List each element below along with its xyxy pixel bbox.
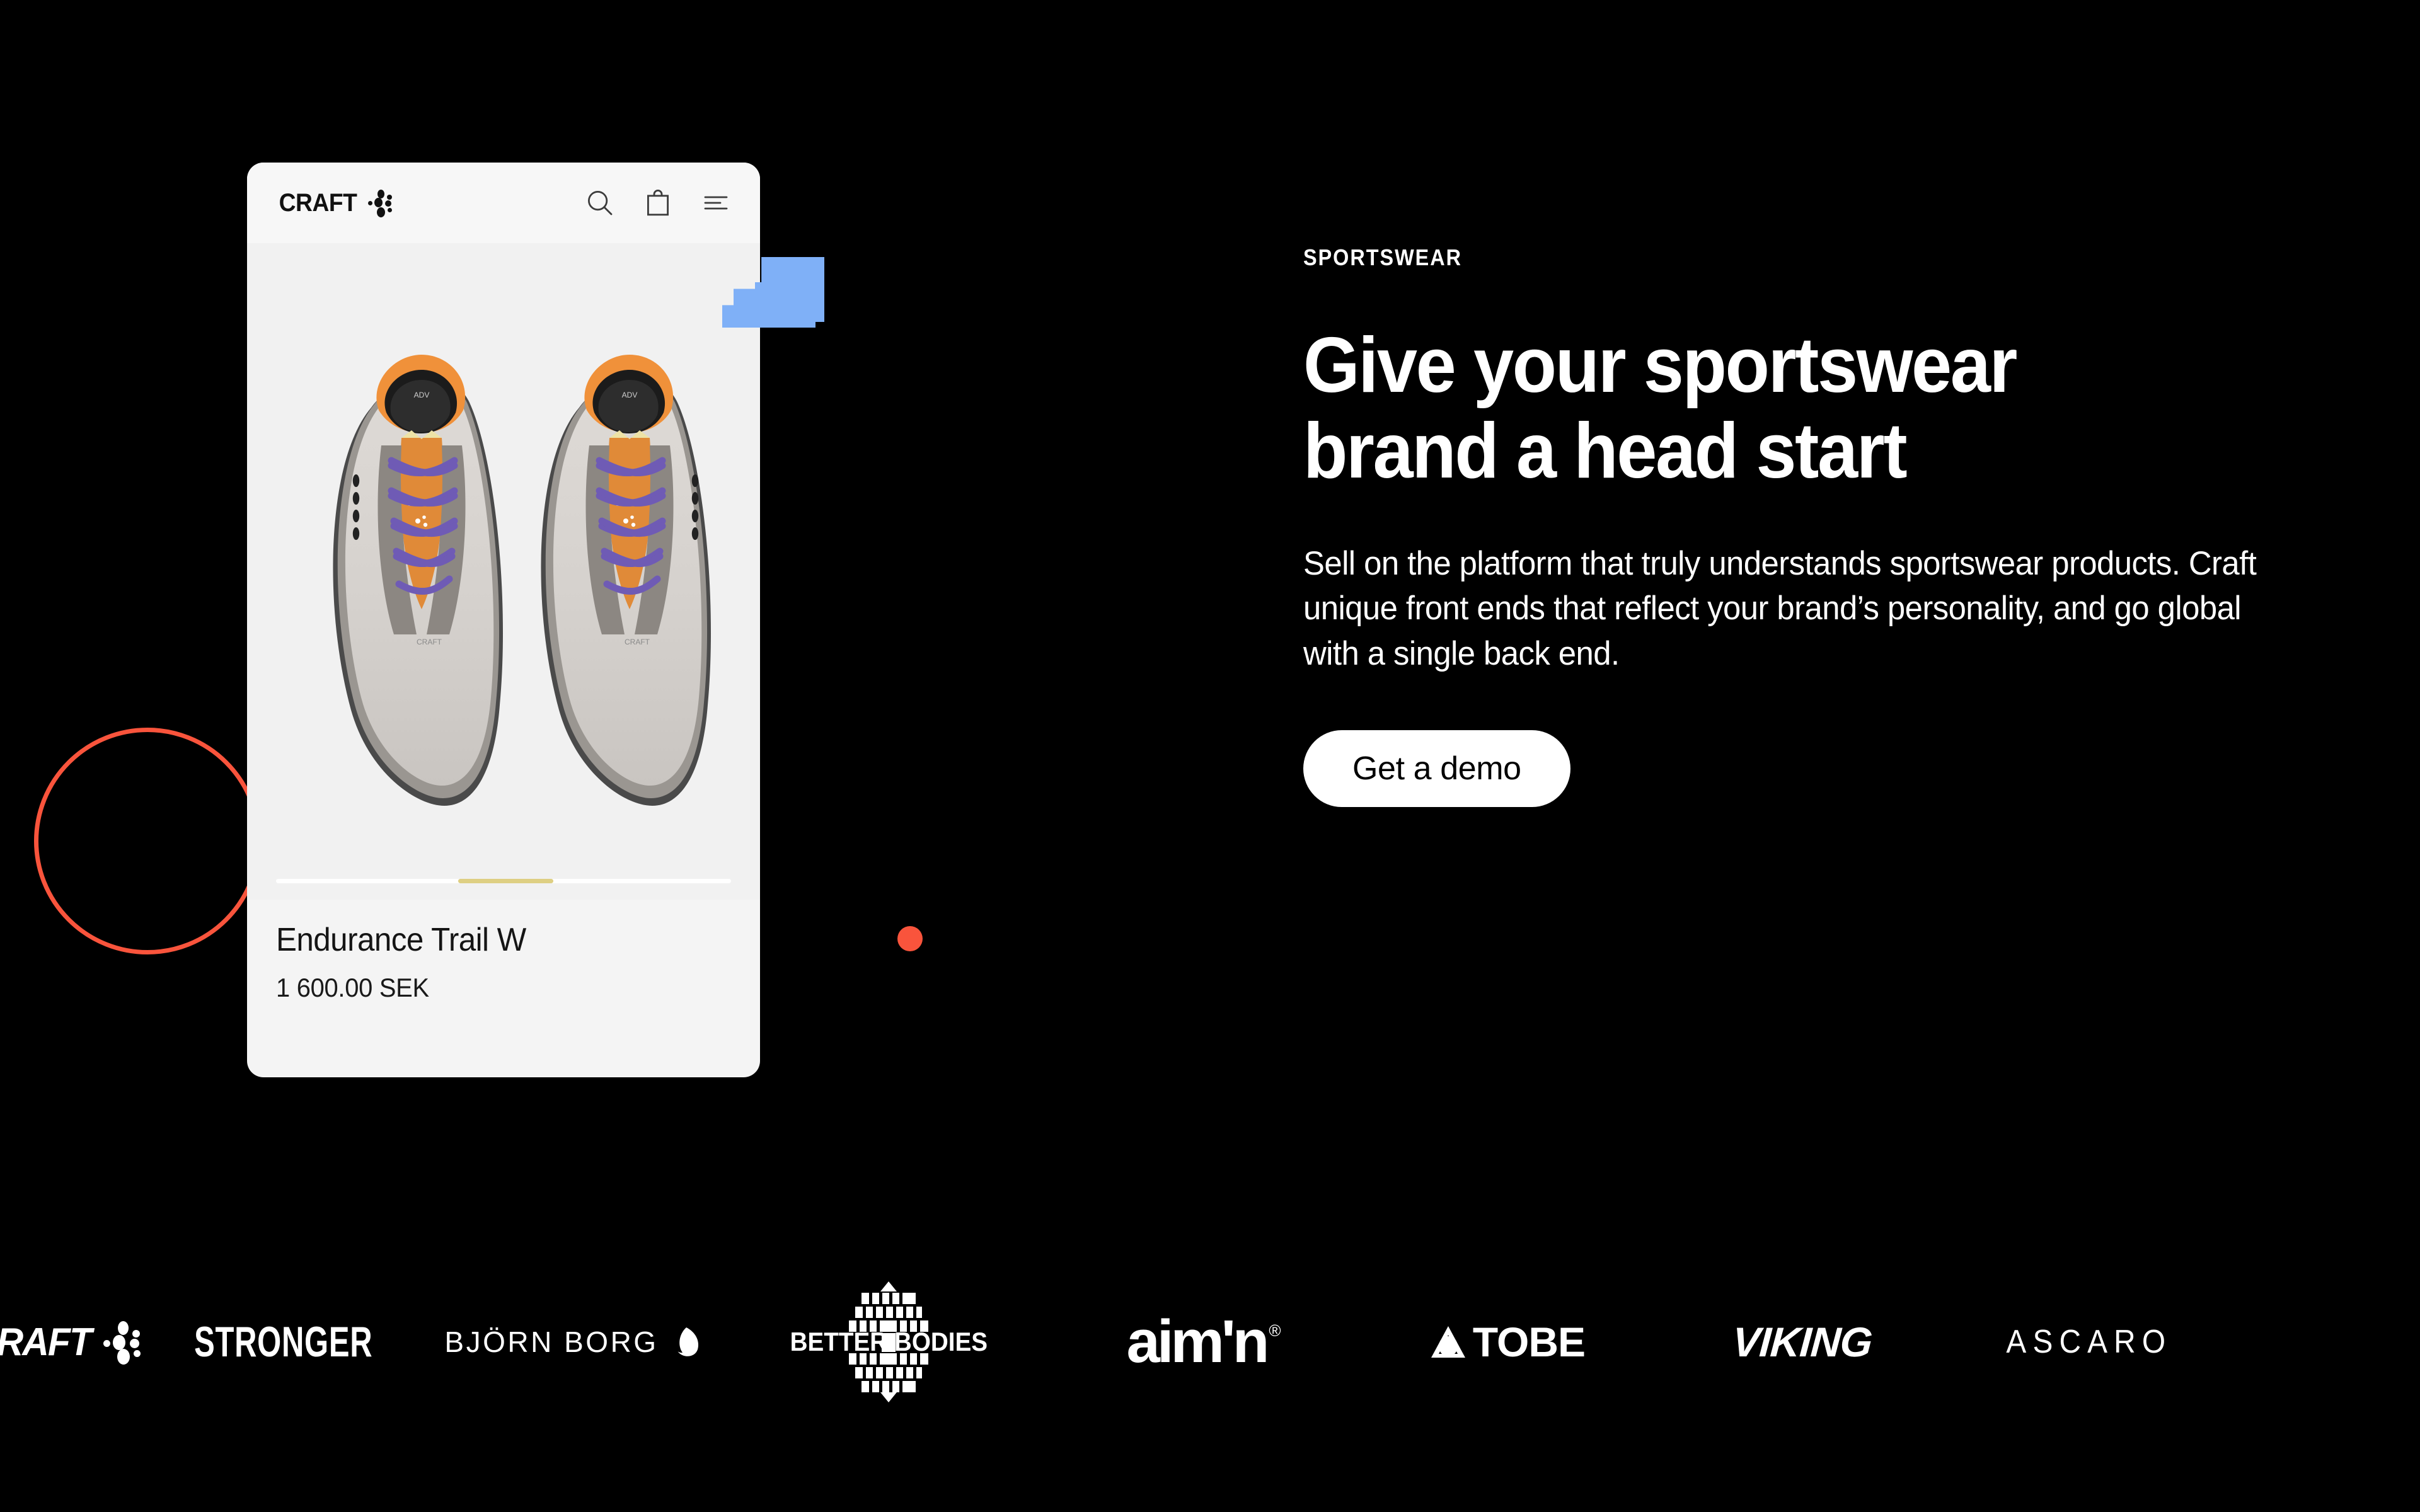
phone-mockup: CRAFT ADV CRAFT CRAFT ADV CRAFT CRAFT En…: [247, 163, 760, 1077]
carousel-active-segment: [458, 879, 554, 883]
product-price: 1 600.00 SEK: [276, 973, 429, 1002]
craft-logo-wordmark: CRAFT: [0, 1320, 92, 1364]
aimn-wordmark: aim'n: [1126, 1307, 1269, 1375]
decorative-dot: [897, 926, 923, 951]
svg-text:CRAFT: CRAFT: [625, 638, 650, 646]
hero-content: SPORTSWEAR Give your sportswear brand a …: [1303, 244, 2337, 808]
brand-logo-bjorn-borg[interactable]: BJÖRN BORG: [416, 1273, 731, 1411]
decorative-circle-outline: [34, 728, 261, 954]
phone-header-actions: [585, 188, 731, 218]
registered-trademark-icon: ®: [1269, 1320, 1281, 1340]
bjorn-borg-leaf-icon: [674, 1327, 698, 1356]
headline-line-2: brand a head start: [1303, 408, 1908, 495]
stronger-wordmark: STRONGER: [194, 1318, 373, 1366]
product-name: Endurance Trail W: [276, 922, 526, 958]
svg-text:CRAFT: CRAFT: [417, 638, 442, 646]
tobe-wordmark: TOBE: [1472, 1319, 1586, 1365]
brand-logo-tobe[interactable]: TOBE: [1361, 1273, 1651, 1411]
product-image-shoes: ADV CRAFT CRAFT ADV CRAFT CRAFT: [333, 355, 712, 806]
viking-wordmark: VIKING: [1731, 1319, 1874, 1365]
craft-logo[interactable]: CRAFT: [276, 188, 396, 217]
bjorn-borg-wordmark: BJÖRN BORG: [444, 1326, 659, 1358]
craft-dots-icon: [367, 188, 396, 217]
brand-logo-viking[interactable]: VIKING: [1651, 1273, 1954, 1411]
svg-text:ADV: ADV: [414, 391, 430, 399]
brand-logo-aimn[interactable]: aim'n ®: [1046, 1273, 1361, 1411]
ascaro-wordmark: ASCARO: [2006, 1324, 2172, 1360]
get-a-demo-button[interactable]: Get a demo: [1303, 730, 1570, 808]
brand-logo-craft[interactable]: CRAFT: [0, 1273, 151, 1411]
hamburger-menu-icon[interactable]: [701, 188, 731, 218]
hero-body-text: Sell on the platform that truly understa…: [1303, 544, 2257, 672]
brand-logo-ascaro[interactable]: ASCARO: [1954, 1273, 2225, 1411]
phone-app-header: CRAFT: [247, 163, 760, 243]
product-info: Endurance Trail W 1 600.00 SEK: [247, 900, 760, 1003]
hero-eyebrow: SPORTSWEAR: [1303, 244, 1463, 270]
page-title: Give your sportswear brand a head start: [1303, 323, 2264, 495]
brand-logo-stronger[interactable]: STRONGER: [151, 1273, 416, 1411]
hero-page: CRAFT ADV CRAFT CRAFT ADV CRAFT CRAFT En…: [0, 0, 2420, 1512]
svg-text:ADV: ADV: [622, 391, 638, 399]
product-image-area: ADV CRAFT CRAFT ADV CRAFT CRAFT: [247, 243, 760, 900]
decorative-step-shape: [722, 257, 825, 328]
brand-logo-better-bodies[interactable]: BETTER BODIES: [731, 1273, 1046, 1411]
craft-logo-wordmark: CRAFT: [279, 188, 357, 217]
image-carousel-indicator[interactable]: [276, 879, 731, 883]
headline-line-1: Give your sportswear: [1303, 322, 2017, 409]
craft-dots-icon: [101, 1320, 146, 1365]
tobe-triangle-icon: [1431, 1326, 1465, 1358]
shopping-bag-icon[interactable]: [643, 188, 673, 218]
brand-logo-strip: CRAFT STRONGER BJÖRN BORG: [0, 1273, 2420, 1411]
search-icon[interactable]: [585, 188, 615, 218]
better-bodies-wordmark: BETTER BODIES: [790, 1327, 988, 1356]
